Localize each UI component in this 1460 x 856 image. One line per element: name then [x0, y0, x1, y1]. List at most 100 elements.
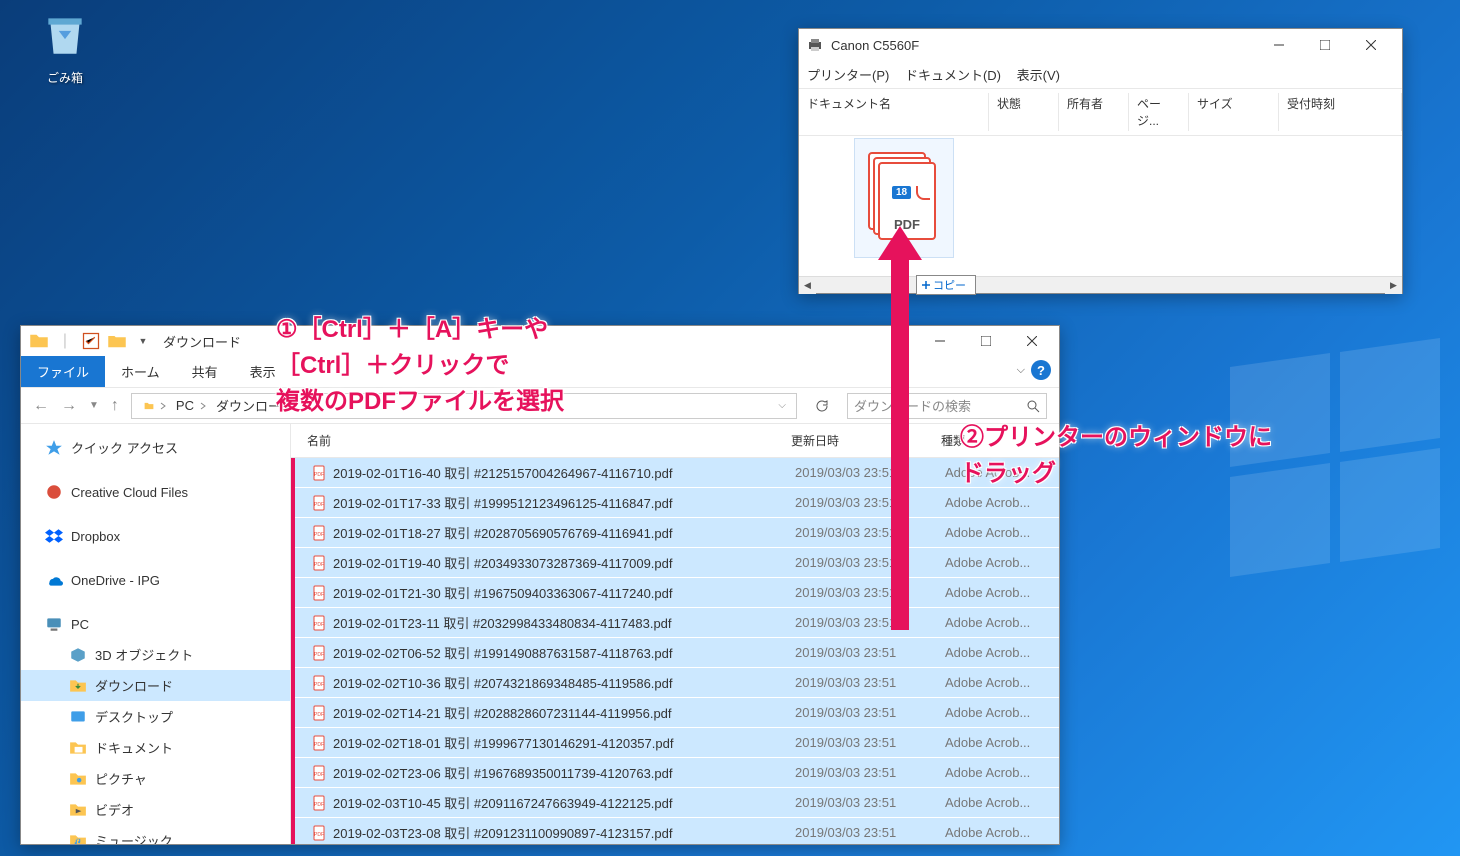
qat-dropdown-icon[interactable]: ▼	[133, 331, 153, 351]
tab-file[interactable]: ファイル	[21, 356, 105, 387]
table-row[interactable]: PDF2019-02-02T23-06 取引 #1967689350011739…	[295, 758, 1059, 788]
file-list[interactable]: PDF 2019-02-01T16-40 取引 #2125157004264967…	[291, 458, 1059, 844]
file-name: 2019-02-03T10-45 取引 #2091167247663949-41…	[333, 793, 672, 812]
svg-text:PDF: PDF	[314, 622, 324, 628]
sidebar-item-quick-access[interactable]: クイック アクセス	[21, 432, 290, 463]
help-button[interactable]: ?	[1031, 360, 1051, 380]
svg-text:PDF: PDF	[314, 562, 324, 568]
recycle-bin[interactable]: ごみ箱	[25, 10, 105, 86]
pdf-file-icon: PDF	[311, 495, 327, 511]
file-date: 2019/03/03 23:51	[785, 793, 935, 812]
recycle-bin-icon	[40, 10, 90, 60]
pdf-file-icon: PDF	[311, 645, 327, 661]
new-folder-icon[interactable]	[107, 331, 127, 351]
printer-titlebar[interactable]: Canon C5560F	[799, 29, 1402, 61]
svg-text:PDF: PDF	[314, 652, 324, 658]
table-row[interactable]: PDF 2019-02-03T23-08 取引 #2091231100990897…	[295, 818, 1059, 844]
svg-text:PDF: PDF	[314, 772, 324, 778]
table-row[interactable]: PDF 2019-02-01T16-40 取引 #2125157004264967…	[295, 458, 1059, 488]
svg-text:PDF: PDF	[314, 472, 324, 478]
hdr-status[interactable]: 状態	[989, 93, 1059, 131]
pdf-file-icon: PDF	[311, 615, 327, 631]
annotation-step2: ②プリンターのウィンドウに ドラッグ	[960, 420, 1272, 492]
sidebar-item-3d-objects[interactable]: 3D オブジェクト	[21, 639, 290, 670]
table-row[interactable]: PDF 2019-02-01T21-30 取引 #1967509403363067…	[295, 578, 1059, 608]
table-row[interactable]: PDF 2019-02-02T18-01 取引 #1999677130146291…	[295, 728, 1059, 758]
svg-text:PDF: PDF	[314, 712, 324, 718]
file-name: 2019-02-02T14-21 取引 #2028828607231144-41…	[333, 703, 672, 722]
scroll-left-button[interactable]: ◀	[799, 277, 816, 294]
table-row[interactable]: PDF2019-02-02T10-36 取引 #2074321869348485…	[295, 668, 1059, 698]
sidebar-item-onedrive[interactable]: OneDrive - IPG	[21, 565, 290, 595]
nav-back-button[interactable]: ←	[33, 397, 49, 415]
table-row[interactable]: PDF 2019-02-01T19-40 取引 #2034933073287369…	[295, 548, 1059, 578]
sidebar-item-pc[interactable]: PC	[21, 609, 290, 639]
maximize-button[interactable]	[1302, 30, 1348, 60]
pdf-file-icon: PDF	[311, 735, 327, 751]
menu-view[interactable]: 表示(V)	[1017, 68, 1060, 83]
svg-text:PDF: PDF	[314, 592, 324, 598]
annotation-step1: ①［Ctrl］＋［A］キーや ［Ctrl］＋クリックで 複数のPDFファイルを選…	[276, 312, 564, 420]
file-name: 2019-02-02T06-52 取引 #1991490887631587-41…	[333, 643, 672, 662]
file-name: 2019-02-02T18-01 取引 #1999677130146291-41…	[333, 733, 673, 752]
file-name: 2019-02-01T19-40 取引 #2034933073287369-41…	[333, 553, 672, 572]
col-hdr-name[interactable]: 名前	[291, 430, 781, 451]
printer-column-headers: ドキュメント名 状態 所有者 ページ... サイズ 受付時刻	[799, 89, 1402, 136]
hdr-docname[interactable]: ドキュメント名	[799, 93, 989, 131]
file-date: 2019/03/03 23:51	[785, 673, 935, 692]
sidebar-item-documents[interactable]: ドキュメント	[21, 732, 290, 763]
table-row[interactable]: PDF2019-02-01T17-33 取引 #1999512123496125…	[295, 488, 1059, 518]
recycle-bin-label: ごみ箱	[25, 69, 105, 86]
tab-home[interactable]: ホーム	[105, 356, 176, 387]
explorer-column-headers: 名前 更新日時 種類	[291, 424, 1059, 458]
table-row[interactable]: PDF2019-02-01T18-27 取引 #2028705690576769…	[295, 518, 1059, 548]
file-type: Adobe Acrob...	[935, 523, 1059, 542]
crumb-pc[interactable]: PC	[172, 398, 212, 413]
explorer-sidebar: クイック アクセス Creative Cloud Files Dropbox O…	[21, 424, 291, 844]
scroll-right-button[interactable]: ▶	[1385, 277, 1402, 294]
table-row[interactable]: PDF 2019-02-02T14-21 取引 #2028828607231144…	[295, 698, 1059, 728]
sidebar-item-dropbox[interactable]: Dropbox	[21, 521, 290, 551]
table-row[interactable]: PDF 2019-02-01T23-11 取引 #2032998433480834…	[295, 608, 1059, 638]
nav-recent-dropdown[interactable]: ▼	[89, 400, 99, 411]
pdf-file-icon: PDF	[311, 675, 327, 691]
sidebar-item-videos[interactable]: ビデオ	[21, 794, 290, 825]
file-type: Adobe Acrob...	[935, 493, 1059, 512]
minimize-button[interactable]	[1256, 30, 1302, 60]
sidebar-item-desktop[interactable]: デスクトップ	[21, 701, 290, 732]
hdr-pages[interactable]: ページ...	[1129, 93, 1189, 131]
hdr-size[interactable]: サイズ	[1189, 93, 1279, 131]
close-button[interactable]	[1009, 326, 1055, 356]
printer-menubar: プリンター(P) ドキュメント(D) 表示(V)	[799, 61, 1402, 89]
menu-printer[interactable]: プリンター(P)	[807, 68, 889, 83]
qat-divider: |	[55, 331, 75, 351]
sidebar-item-music[interactable]: ミュージック	[21, 825, 290, 844]
ribbon-expand-icon[interactable]: ⌵	[1017, 364, 1025, 377]
hdr-submitted[interactable]: 受付時刻	[1279, 93, 1402, 131]
pdf-file-icon: PDF	[311, 825, 327, 841]
refresh-button[interactable]	[809, 393, 835, 419]
file-name: 2019-02-01T16-40 取引 #2125157004264967-41…	[333, 463, 672, 482]
file-name: 2019-02-03T23-08 取引 #2091231100990897-41…	[333, 823, 672, 842]
tab-share[interactable]: 共有	[176, 356, 234, 387]
file-date: 2019/03/03 23:51	[785, 733, 935, 752]
table-row[interactable]: PDF2019-02-03T10-45 取引 #2091167247663949…	[295, 788, 1059, 818]
nav-up-button[interactable]: ↑	[111, 397, 119, 415]
sidebar-item-downloads[interactable]: ダウンロード	[21, 670, 290, 701]
menu-document[interactable]: ドキュメント(D)	[905, 68, 1001, 83]
nav-forward-button[interactable]: →	[61, 397, 77, 415]
printer-window-title: Canon C5560F	[831, 38, 1256, 53]
close-button[interactable]	[1348, 30, 1394, 60]
annotation-arrow	[870, 220, 930, 640]
properties-icon[interactable]	[81, 331, 101, 351]
search-icon	[1026, 399, 1040, 413]
breadcrumb-dropdown-icon[interactable]: ⌵	[778, 400, 792, 411]
sidebar-item-creative-cloud[interactable]: Creative Cloud Files	[21, 477, 290, 507]
sidebar-item-pictures[interactable]: ピクチャ	[21, 763, 290, 794]
file-name: 2019-02-01T21-30 取引 #1967509403363067-41…	[333, 583, 672, 602]
maximize-button[interactable]	[963, 326, 1009, 356]
file-name: 2019-02-01T23-11 取引 #2032998433480834-41…	[333, 613, 672, 632]
hdr-owner[interactable]: 所有者	[1059, 93, 1129, 131]
pdf-file-icon: PDF	[311, 765, 327, 781]
table-row[interactable]: PDF 2019-02-02T06-52 取引 #1991490887631587…	[295, 638, 1059, 668]
